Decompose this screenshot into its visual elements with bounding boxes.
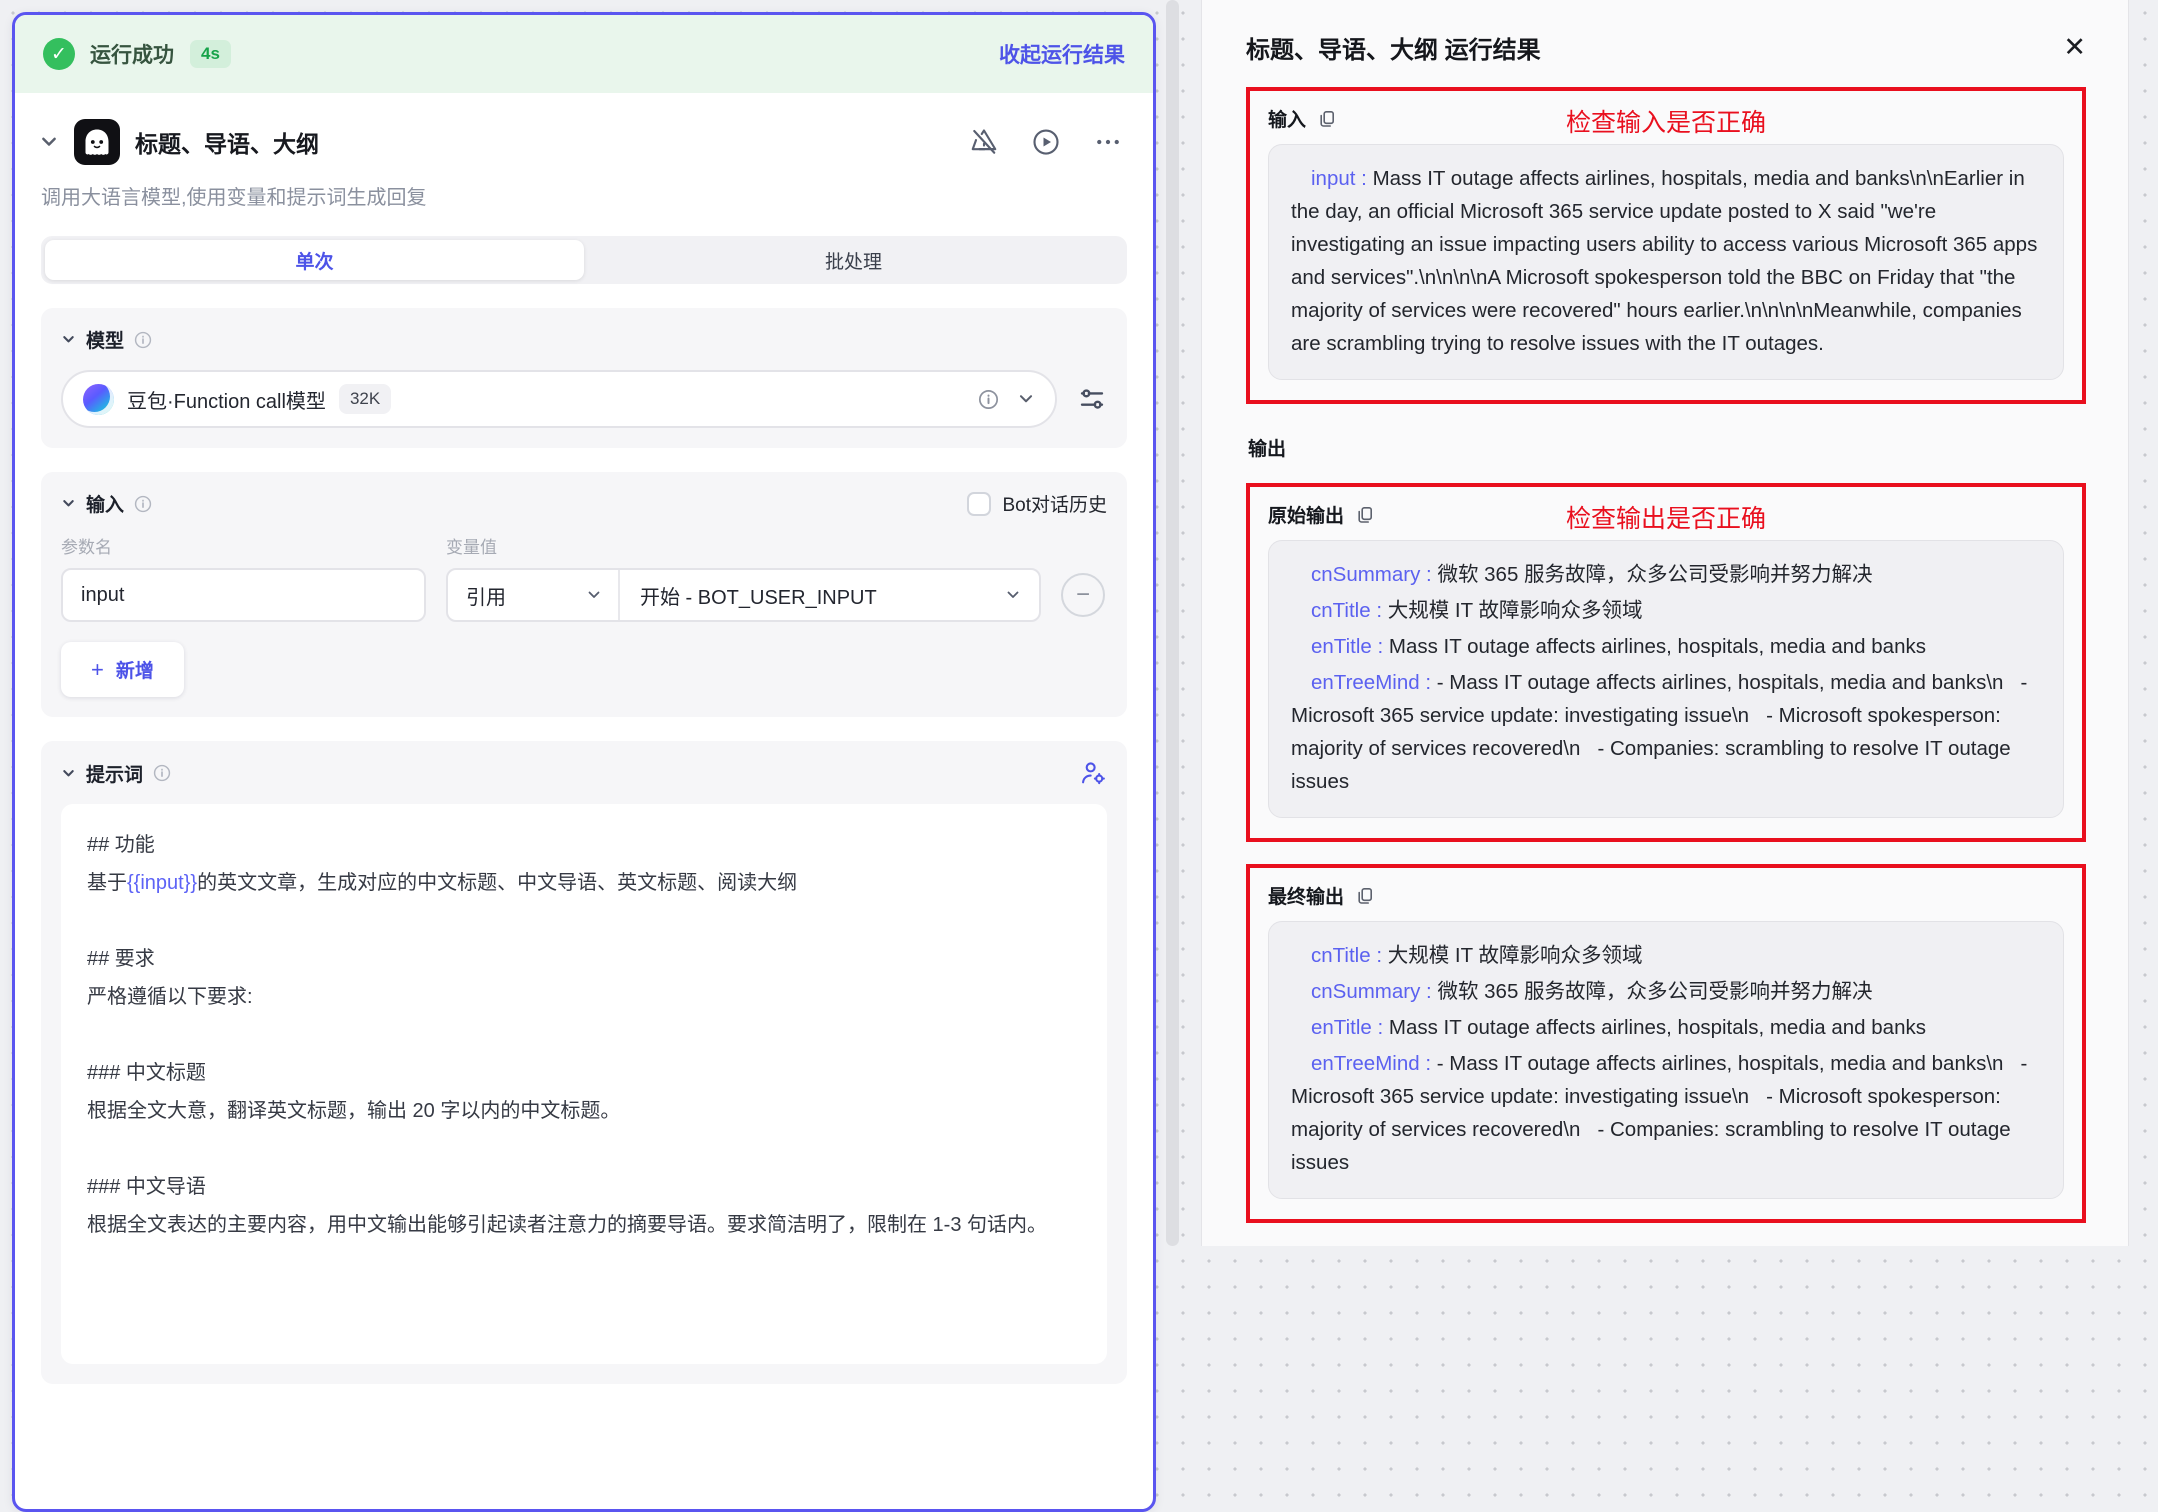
run-node-play-icon[interactable] xyxy=(1031,127,1061,157)
collapse-run-result-link[interactable]: 收起运行结果 xyxy=(999,39,1125,69)
model-name: 豆包·Function call模型 xyxy=(127,385,326,414)
input-section: 输入 Bot对话历史 参数名 变量值 引用 xyxy=(41,472,1127,717)
final-output-label: 最终输出 xyxy=(1268,882,1344,909)
final-output-kv-line: enTitle : Mass IT outage affects airline… xyxy=(1291,1011,2041,1044)
raw-output-kv-line: cnSummary : 微软 365 服务故障，众多公司受影响并努力解决 xyxy=(1291,558,2041,591)
copy-raw-output-icon[interactable] xyxy=(1355,505,1375,525)
prompt-line: 根据全文表达的主要内容，用中文输出能够引起读者注意力的摘要导语。要求简洁明了，限… xyxy=(87,1206,1081,1244)
run-result-panel: 标题、导语、大纲 运行结果 ✕ 检查输入是否正确 输入 input : Mass… xyxy=(1201,0,2129,1246)
prompt-editor[interactable]: ## 功能 基于{{input}}的英文文章，生成对应的中文标题、中文导语、英文… xyxy=(61,804,1107,1364)
prompt-collapse-chevron-icon[interactable] xyxy=(61,766,76,781)
prompt-line: ## 功能 xyxy=(87,826,1081,864)
model-dropdown-chevron-icon[interactable] xyxy=(1017,390,1035,408)
final-output-annotation-box: 最终输出 cnTitle : 大规模 IT 故障影响众多领域 cnSummary… xyxy=(1246,864,2086,1223)
model-section-title: 模型 xyxy=(86,326,124,353)
prompt-assistant-person-gear-icon[interactable] xyxy=(1079,759,1107,787)
success-check-icon: ✓ xyxy=(43,38,75,70)
raw-output-label: 原始输出 xyxy=(1268,501,1344,528)
doubao-logo-icon xyxy=(83,384,114,415)
model-settings-sliders-icon[interactable] xyxy=(1077,384,1107,414)
prompt-line: 严格遵循以下要求: xyxy=(87,978,1081,1016)
node-collapse-chevron-icon[interactable] xyxy=(39,132,59,152)
add-param-button[interactable]: + 新增 xyxy=(61,642,184,697)
prompt-line: ### 中文导语 xyxy=(87,1168,1081,1206)
prompt-line: 根据全文大意，翻译英文标题，输出 20 字以内的中文标题。 xyxy=(87,1092,1081,1130)
prompt-variable: {{input}} xyxy=(127,872,197,894)
model-section: 模型 豆包·Function call模型 32K xyxy=(41,308,1127,448)
more-options-ellipsis-icon[interactable] xyxy=(1093,127,1123,157)
remove-param-button[interactable]: − xyxy=(1061,573,1105,617)
prompt-info-icon[interactable] xyxy=(153,764,171,782)
run-result-header: 标题、导语、大纲 运行结果 ✕ xyxy=(1246,30,2086,65)
bot-history-checkbox[interactable] xyxy=(967,492,991,516)
debug-disabled-icon[interactable] xyxy=(969,127,999,157)
plus-icon: + xyxy=(91,657,104,683)
value-type-select[interactable]: 引用 xyxy=(448,570,620,620)
node-title: 标题、导语、大纲 xyxy=(135,125,319,159)
copy-final-output-icon[interactable] xyxy=(1355,886,1375,906)
node-description: 调用大语言模型,使用变量和提示词生成回复 xyxy=(15,165,1153,210)
model-detail-info-icon[interactable] xyxy=(978,389,999,410)
run-status-bar: ✓ 运行成功 4s 收起运行结果 xyxy=(15,15,1153,93)
param-row: 引用 开始 - BOT_USER_INPUT − xyxy=(61,568,1107,622)
final-output-kv-line: cnSummary : 微软 365 服务故障，众多公司受影响并努力解决 xyxy=(1291,975,2041,1008)
final-output-result-box: cnTitle : 大规模 IT 故障影响众多领域 cnSummary : 微软… xyxy=(1268,921,2064,1199)
prompt-line: ## 要求 xyxy=(87,940,1081,978)
param-value-column-header: 变量值 xyxy=(446,533,1041,558)
input-collapse-chevron-icon[interactable] xyxy=(61,496,76,511)
input-result-box: input : Mass IT outage affects airlines,… xyxy=(1268,144,2064,380)
param-value-group: 引用 开始 - BOT_USER_INPUT xyxy=(446,568,1041,622)
close-icon[interactable]: ✕ xyxy=(2063,34,2086,61)
run-mode-tabs: 单次 批处理 xyxy=(41,236,1127,284)
prompt-section: 提示词 ## 功能 基于{{input}}的英文文章，生成对应的中文标题、中文导… xyxy=(41,741,1127,1384)
prompt-section-title: 提示词 xyxy=(86,760,143,787)
model-info-icon[interactable] xyxy=(134,331,152,349)
final-output-kv-line: cnTitle : 大规模 IT 故障影响众多领域 xyxy=(1291,939,2041,972)
output-section-label: 输出 xyxy=(1248,434,2086,461)
node-header: 标题、导语、大纲 xyxy=(15,93,1153,165)
model-collapse-chevron-icon[interactable] xyxy=(61,332,76,347)
tab-single-run[interactable]: 单次 xyxy=(45,240,584,280)
run-status-label: 运行成功 xyxy=(90,39,174,69)
input-kv-line: input : Mass IT outage affects airlines,… xyxy=(1291,162,2041,360)
input-section-title: 输入 xyxy=(86,490,124,517)
prompt-line xyxy=(87,1016,1081,1054)
llm-node-avatar xyxy=(74,119,120,165)
raw-output-annotation-box: 检查输出是否正确 原始输出 cnSummary : 微软 365 服务故障，众多… xyxy=(1246,483,2086,842)
value-ref-select[interactable]: 开始 - BOT_USER_INPUT xyxy=(620,570,1039,620)
context-size-badge: 32K xyxy=(339,384,391,414)
llm-node-card: ✓ 运行成功 4s 收起运行结果 标题、导语、大纲 xyxy=(12,12,1156,1512)
final-output-kv-line: enTreeMind : - Mass IT outage affects ai… xyxy=(1291,1047,2041,1179)
panel-resizer-handle[interactable] xyxy=(1166,0,1179,1246)
param-name-input[interactable] xyxy=(61,568,426,622)
input-info-icon[interactable] xyxy=(134,495,152,513)
input-block-label: 输入 xyxy=(1268,105,1306,132)
param-name-column-header: 参数名 xyxy=(61,533,426,558)
run-result-title: 标题、导语、大纲 运行结果 xyxy=(1246,30,1541,65)
copy-input-icon[interactable] xyxy=(1317,109,1337,129)
prompt-line xyxy=(87,1130,1081,1168)
raw-output-kv-line: enTitle : Mass IT outage affects airline… xyxy=(1291,630,2041,663)
raw-output-kv-line: enTreeMind : - Mass IT outage affects ai… xyxy=(1291,666,2041,798)
input-annotation-box: 检查输入是否正确 输入 input : Mass IT outage affec… xyxy=(1246,87,2086,404)
prompt-line xyxy=(87,902,1081,940)
raw-output-kv-line: cnTitle : 大规模 IT 故障影响众多领域 xyxy=(1291,594,2041,627)
prompt-line: 基于{{input}}的英文文章，生成对应的中文标题、中文导语、英文标题、阅读大… xyxy=(87,864,1081,902)
model-select[interactable]: 豆包·Function call模型 32K xyxy=(61,370,1057,428)
raw-output-result-box: cnSummary : 微软 365 服务故障，众多公司受影响并努力解决 cnT… xyxy=(1268,540,2064,818)
run-duration-badge: 4s xyxy=(190,40,231,68)
param-rows: 引用 开始 - BOT_USER_INPUT − xyxy=(61,568,1107,622)
tab-batch-run[interactable]: 批处理 xyxy=(584,240,1123,280)
prompt-line: ### 中文标题 xyxy=(87,1054,1081,1092)
bot-history-label: Bot对话历史 xyxy=(1002,490,1107,517)
